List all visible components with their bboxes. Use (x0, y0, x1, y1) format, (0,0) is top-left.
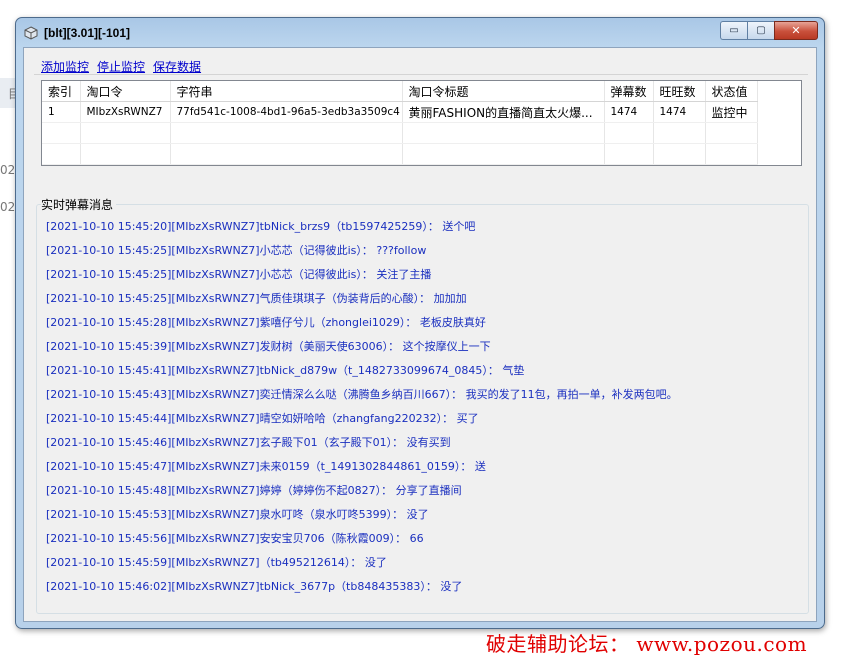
window-title: [blt][3.01][-101] (44, 26, 131, 40)
column-header-title[interactable]: 淘口令标题 (402, 81, 605, 102)
add-monitor-link[interactable]: 添加监控 (41, 58, 89, 75)
cell-index: 1 (42, 101, 81, 123)
column-header-string[interactable]: 字符串 (170, 81, 403, 102)
client-area: 添加监控 停止监控 保存数据 索引 淘口令 字符串 淘口令标题 弹幕数 旺旺数 … (23, 47, 817, 622)
danmu-line: [2021-10-10 15:45:25][MIbzXsRWNZ7]气质佳琪琪子… (46, 292, 467, 305)
danmu-line: [2021-10-10 15:45:43][MIbzXsRWNZ7]奕迁情深么么… (46, 388, 678, 401)
table-row[interactable]: 1 MIbzXsRWNZ7 77fd541c-1008-4bd1-96a5-3e… (42, 101, 758, 123)
save-data-link[interactable]: 保存数据 (153, 58, 201, 75)
danmu-line: [2021-10-10 15:45:39][MIbzXsRWNZ7]发财树（美丽… (46, 340, 491, 353)
table-empty-row (42, 122, 758, 144)
menu-bar: 添加监控 停止监控 保存数据 (41, 58, 201, 75)
danmu-line: [2021-10-10 15:45:41][MIbzXsRWNZ7]tbNick… (46, 364, 525, 377)
table-header-row: 索引 淘口令 字符串 淘口令标题 弹幕数 旺旺数 状态值 (42, 81, 758, 102)
danmu-line: [2021-10-10 15:45:28][MIbzXsRWNZ7]紫嘻仔兮儿（… (46, 316, 486, 329)
maximize-button[interactable]: ▢ (747, 21, 774, 40)
title-bar[interactable]: [blt][3.01][-101] ▭ ▢ ✕ (16, 18, 824, 48)
forum-watermark: 破走辅助论坛： www.pozou.com (486, 632, 808, 656)
danmu-line: [2021-10-10 15:45:47][MIbzXsRWNZ7]未来0159… (46, 460, 486, 473)
cell-status: 监控中 (705, 101, 758, 123)
danmu-line: [2021-10-10 15:46:02][MIbzXsRWNZ7]tbNick… (46, 580, 463, 593)
stop-monitor-link[interactable]: 停止监控 (97, 58, 145, 75)
maximize-icon: ▢ (756, 25, 766, 36)
column-header-wangwang-count[interactable]: 旺旺数 (653, 81, 706, 102)
danmu-line: [2021-10-10 15:45:25][MIbzXsRWNZ7]小芯芯（记得… (46, 268, 432, 281)
main-window: [blt][3.01][-101] ▭ ▢ ✕ 添加监控 停止监控 保存数据 索… (15, 17, 825, 629)
column-header-danmu-count[interactable]: 弹幕数 (604, 81, 654, 102)
cell-wangwang-count: 1474 (653, 101, 706, 123)
table-empty-row (42, 143, 758, 165)
danmu-group-label: 实时弹幕消息 (41, 196, 117, 213)
column-header-status[interactable]: 状态值 (705, 81, 758, 102)
cell-title: 黄丽FASHION的直播简直太火爆... (402, 101, 605, 123)
danmu-line: [2021-10-10 15:45:46][MIbzXsRWNZ7]玄子殿下01… (46, 436, 451, 449)
caption-buttons: ▭ ▢ ✕ (720, 21, 818, 41)
danmu-line: [2021-10-10 15:45:20][MIbzXsRWNZ7]tbNick… (46, 220, 476, 233)
minimize-icon: ▭ (729, 25, 739, 36)
column-header-taokouling[interactable]: 淘口令 (80, 81, 171, 102)
monitor-table[interactable]: 索引 淘口令 字符串 淘口令标题 弹幕数 旺旺数 状态值 1 MIbzXsRWN… (41, 80, 802, 166)
minimize-button[interactable]: ▭ (720, 21, 747, 40)
danmu-line: [2021-10-10 15:45:44][MIbzXsRWNZ7]晴空如妍哈哈… (46, 412, 479, 425)
close-icon: ✕ (791, 24, 801, 37)
danmu-log[interactable]: [2021-10-10 15:45:20][MIbzXsRWNZ7]tbNick… (46, 215, 678, 599)
danmu-line: [2021-10-10 15:45:48][MIbzXsRWNZ7]婷婷（婷婷伤… (46, 484, 462, 497)
cell-danmu-count: 1474 (604, 101, 654, 123)
app-icon (24, 26, 38, 40)
danmu-line: [2021-10-10 15:45:59][MIbzXsRWNZ7]（tb495… (46, 556, 387, 569)
cell-taokouling: MIbzXsRWNZ7 (80, 101, 171, 123)
cell-string: 77fd541c-1008-4bd1-96a5-3edb3a3509c4 (170, 101, 403, 123)
danmu-line: [2021-10-10 15:45:56][MIbzXsRWNZ7]安安宝贝70… (46, 532, 424, 545)
danmu-line: [2021-10-10 15:45:53][MIbzXsRWNZ7]泉水叮咚（泉… (46, 508, 429, 521)
column-header-index[interactable]: 索引 (42, 81, 81, 102)
danmu-line: [2021-10-10 15:45:25][MIbzXsRWNZ7]小芯芯（记得… (46, 244, 427, 257)
menu-divider (34, 74, 808, 75)
close-button[interactable]: ✕ (774, 21, 818, 40)
